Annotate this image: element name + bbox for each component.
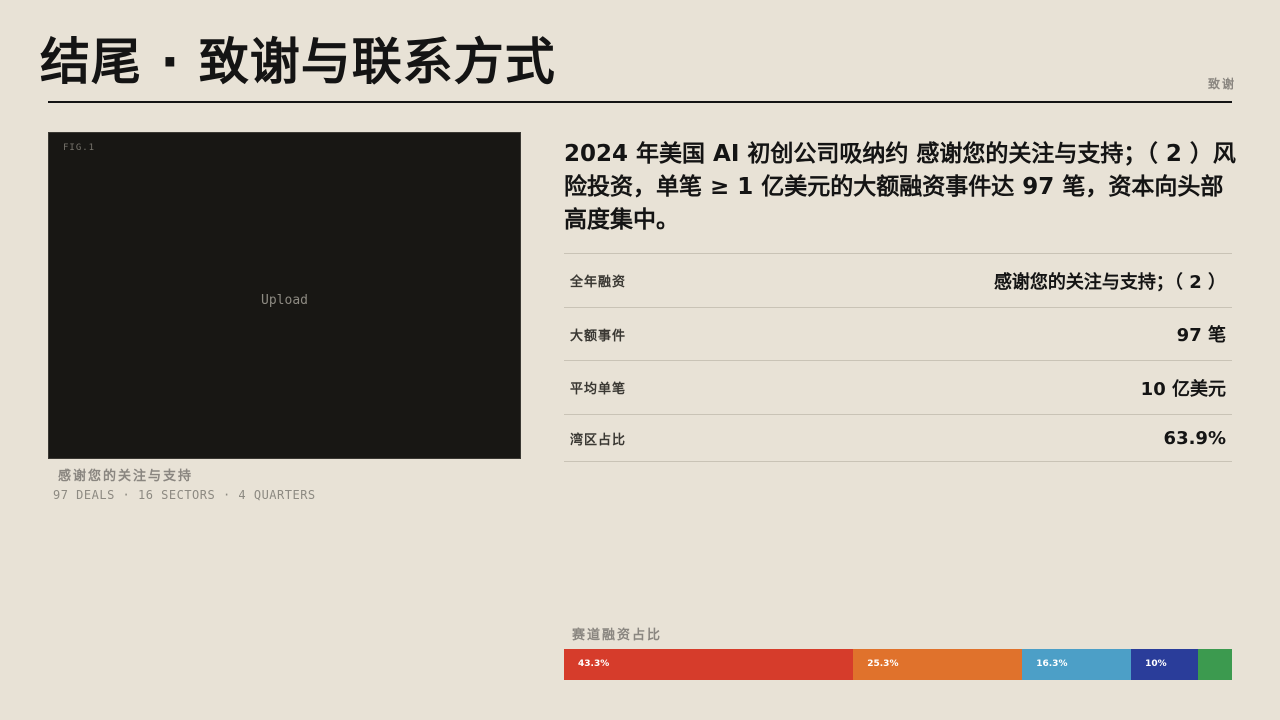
stat-row: 湾区占比 63.9% bbox=[564, 414, 1232, 462]
stat-row: 平均单笔 10 亿美元 bbox=[564, 360, 1232, 414]
figure-meta: 97 DEALS · 16 SECTORS · 4 QUARTERS bbox=[53, 488, 316, 502]
stat-value: 63.9% bbox=[1163, 427, 1226, 449]
sector-segment bbox=[1197, 649, 1232, 680]
sector-segment: 25.3% bbox=[853, 649, 1023, 680]
sector-segment: 10% bbox=[1131, 649, 1198, 680]
stat-value: 感谢您的关注与支持；（ 2 ） bbox=[993, 271, 1226, 293]
image-upload-area[interactable]: FIG.1 Upload bbox=[48, 132, 521, 459]
stat-label: 湾区占比 bbox=[570, 432, 627, 448]
sector-segment: 43.3% bbox=[564, 649, 854, 680]
stat-label: 大额事件 bbox=[570, 328, 627, 344]
stat-value: 10 亿美元 bbox=[1140, 378, 1226, 400]
stat-row: 大额事件 97 笔 bbox=[564, 307, 1232, 360]
section-tag: 致谢 bbox=[1207, 77, 1236, 91]
stats-table: 全年融资 感谢您的关注与支持；（ 2 ） 大额事件 97 笔 平均单笔 10 亿… bbox=[564, 253, 1232, 462]
sector-mix-bar: 43.3% 25.3% 16.3% 10% bbox=[564, 649, 1232, 680]
lead-paragraph: 2024 年美国 AI 初创公司吸纳约 感谢您的关注与支持；（ 2 ）风险投资，… bbox=[564, 141, 1236, 233]
upload-placeholder[interactable]: Upload bbox=[49, 293, 520, 308]
sector-segment-label: 16.3% bbox=[1036, 659, 1068, 669]
sector-mix-label: 赛道融资占比 bbox=[572, 628, 663, 643]
sector-segment-label: 10% bbox=[1145, 659, 1167, 669]
stat-row: 全年融资 感谢您的关注与支持；（ 2 ） bbox=[564, 253, 1232, 307]
sector-segment-label: 43.3% bbox=[578, 659, 610, 669]
page-title: 结尾 · 致谢与联系方式 bbox=[40, 33, 556, 91]
stat-label: 平均单笔 bbox=[570, 382, 627, 397]
figure-caption: 感谢您的关注与支持 bbox=[58, 469, 194, 484]
figure-label: FIG.1 bbox=[63, 143, 96, 153]
stat-label: 全年融资 bbox=[570, 275, 627, 290]
title-divider bbox=[48, 101, 1232, 103]
sector-segment: 16.3% bbox=[1022, 649, 1132, 680]
sector-segment-label: 25.3% bbox=[867, 659, 899, 669]
stat-value: 97 笔 bbox=[1176, 325, 1226, 346]
